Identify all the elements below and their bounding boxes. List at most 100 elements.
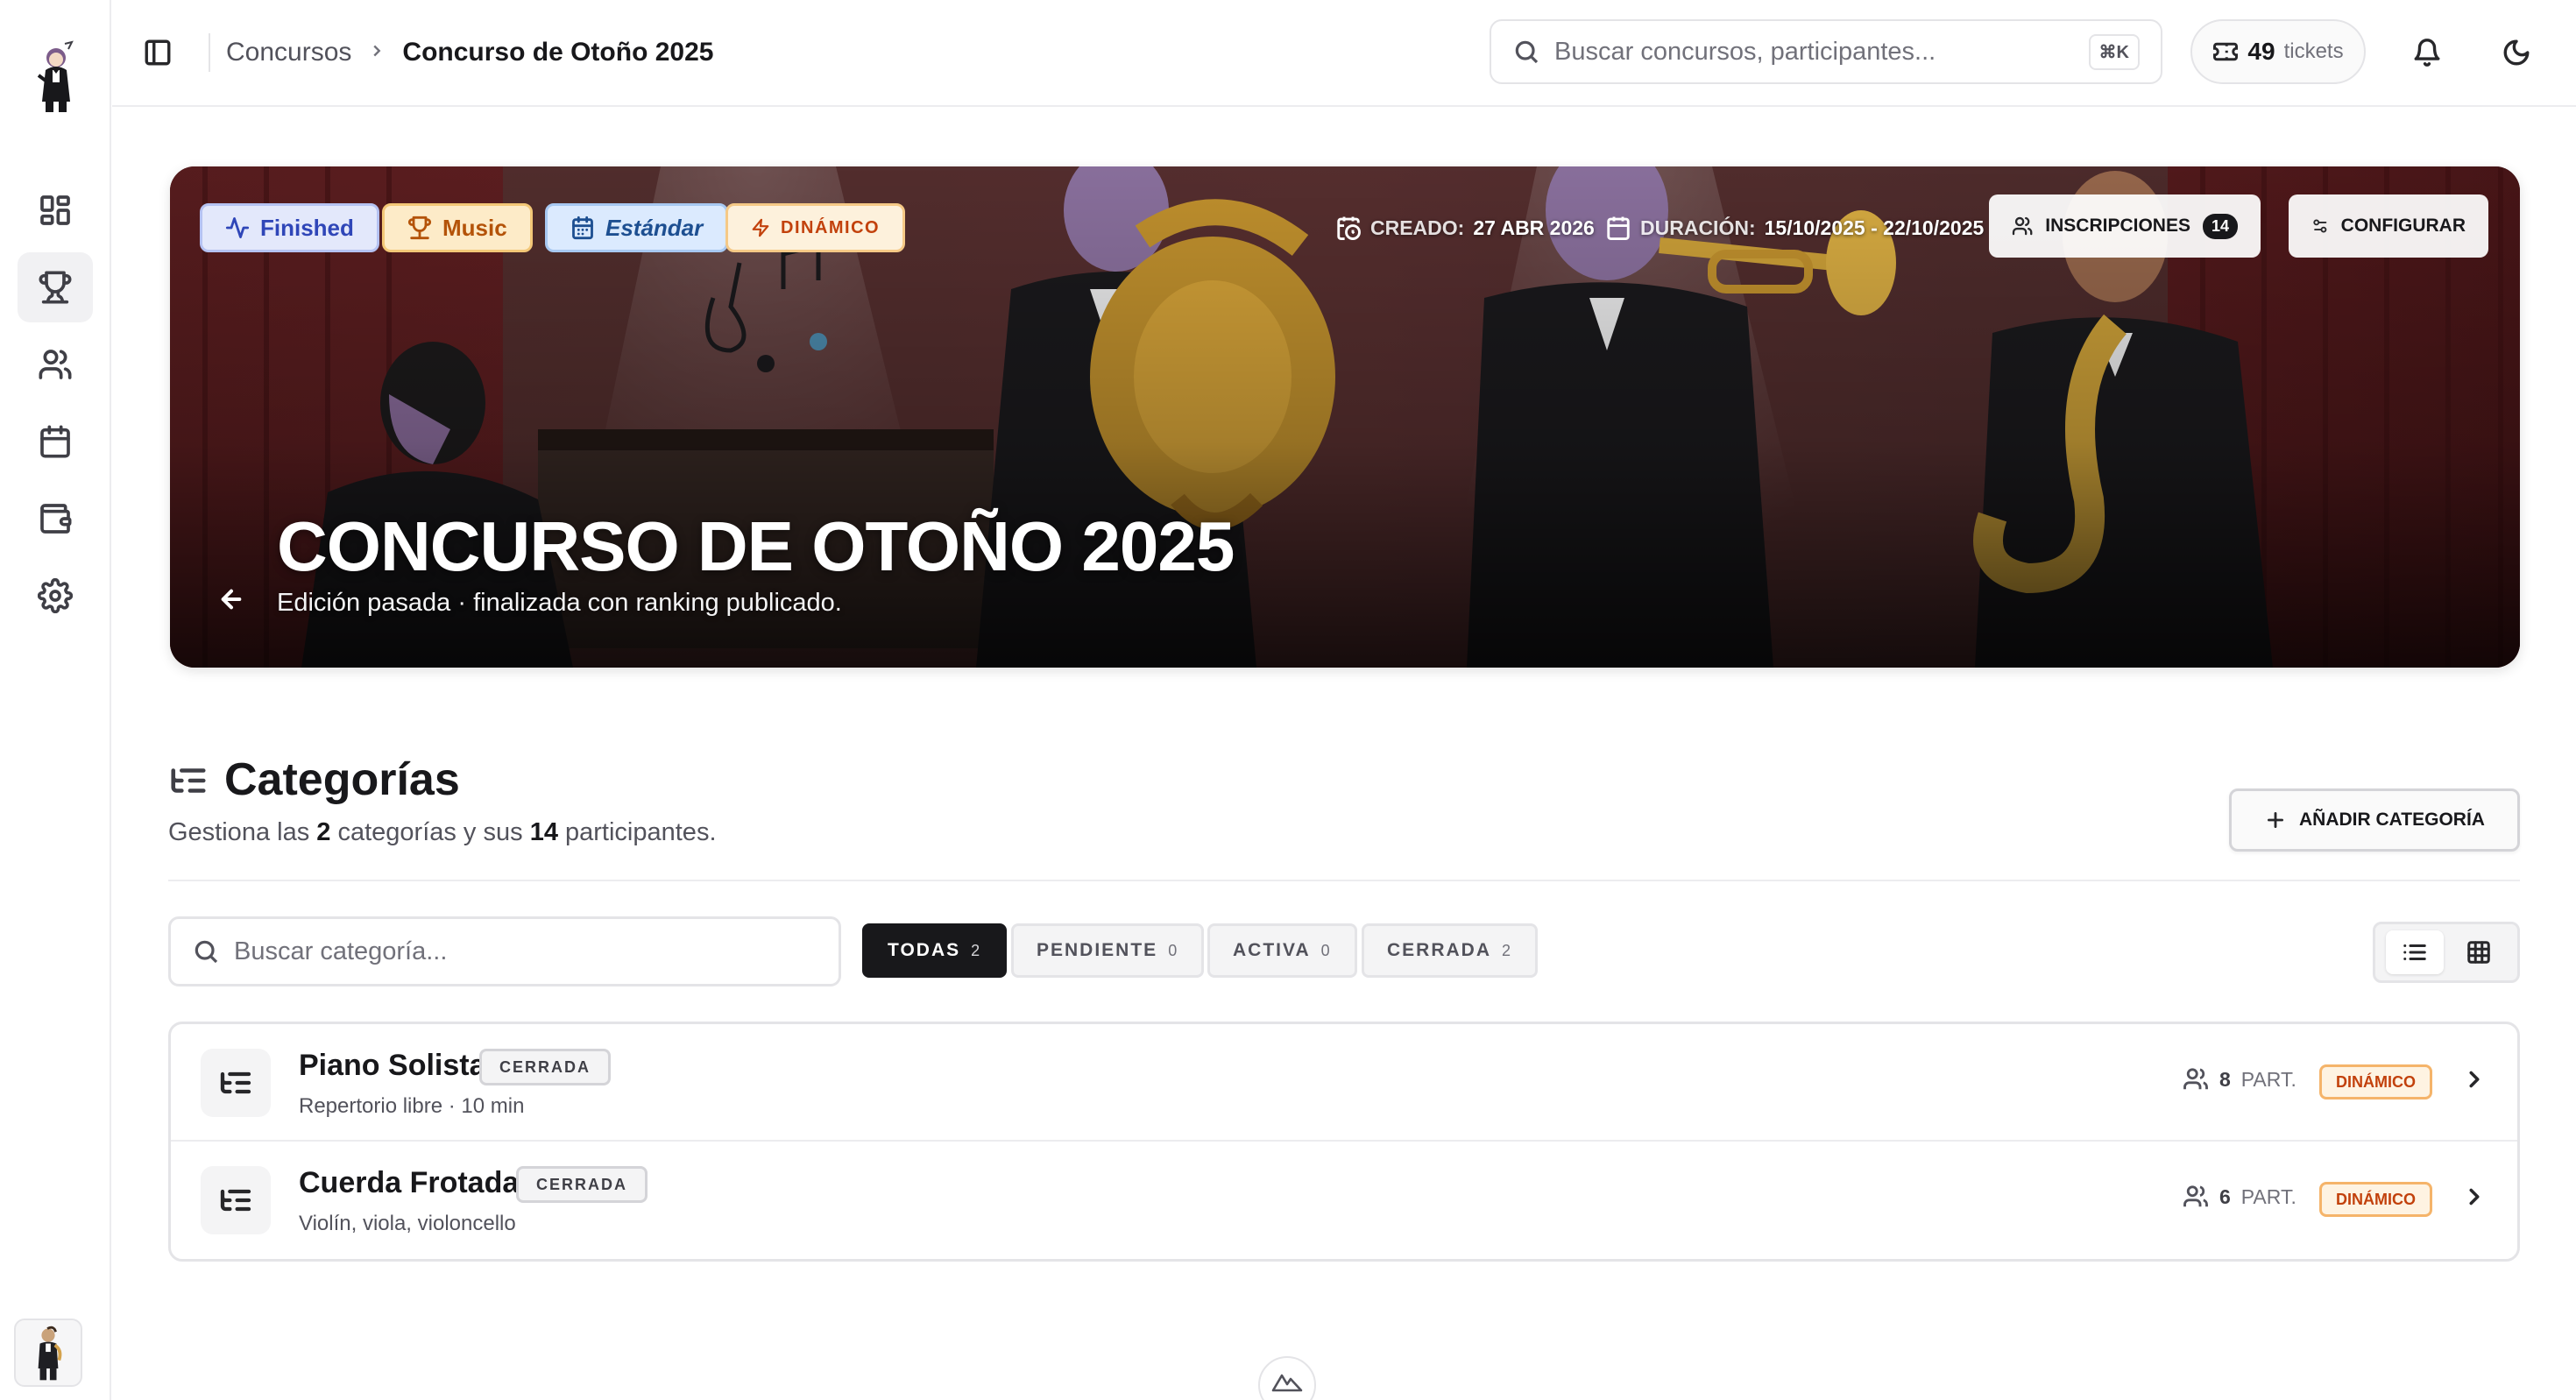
sidebar-item-calendar[interactable] (18, 407, 93, 477)
filter-label: CERRADA (1387, 940, 1491, 960)
category-status-badge: CERRADA (479, 1049, 611, 1085)
duration-label: DURACIÓN: (1640, 216, 1756, 239)
calendar-icon (572, 216, 593, 240)
search-icon (1515, 40, 1539, 64)
search-icon (195, 940, 218, 964)
category-name: Cuerda Frotada (299, 1166, 520, 1199)
app-logo[interactable] (26, 40, 86, 114)
theme-toggle-button[interactable] (2495, 32, 2537, 74)
grid-icon (2466, 941, 2490, 964)
list-tree-icon (168, 760, 209, 801)
duration-range: DURACIÓN: 15/10/2025 - 22/10/2025 (1605, 209, 1984, 247)
participants-number: 8 (2219, 1067, 2231, 1091)
chevron-right-icon[interactable] (2461, 1066, 2493, 1098)
desc-middle: categorías y sus (330, 818, 530, 846)
list-icon (2403, 944, 2426, 960)
tickets-button[interactable]: 49 tickets (2190, 19, 2366, 84)
add-category-button[interactable]: AÑADIR CATEGORÍA (2229, 788, 2520, 852)
arrow-left-icon (221, 589, 242, 610)
chevron-right-icon (367, 38, 386, 67)
category-search[interactable] (168, 916, 841, 986)
moon-icon (2503, 39, 2530, 66)
inscripciones-label: INSCRIPCIONES (2045, 216, 2190, 236)
filter-activa[interactable]: ACTIVA 0 (1207, 923, 1357, 978)
configurar-label: CONFIGURAR (2340, 216, 2466, 236)
category-list: Piano Solista CERRADA Repertorio libre ·… (168, 1022, 2520, 1262)
filter-cerrada[interactable]: CERRADA 2 (1362, 923, 1539, 978)
chevron-right-icon[interactable] (2461, 1184, 2493, 1215)
desc-suffix: participantes. (557, 818, 717, 846)
status-chip: Finished (200, 203, 379, 252)
tickets-label: tickets (2283, 39, 2344, 63)
category-participants: 6 PART. (2183, 1184, 2296, 1210)
dashboard-icon (40, 195, 70, 225)
back-button[interactable] (217, 585, 252, 620)
contest-hero-banner: Finished Music Estándar DINÁMICO CREADO:… (170, 166, 2520, 668)
search-shortcut-hint: ⌘K (2088, 33, 2140, 70)
trophy-icon (39, 271, 72, 304)
panel-left-icon (145, 39, 171, 66)
users-icon (2012, 216, 2033, 236)
category-status-badge: CERRADA (516, 1166, 648, 1203)
inscripciones-button[interactable]: INSCRIPCIONES 14 (1989, 194, 2261, 258)
sidebar-toggle-button[interactable] (138, 33, 177, 72)
filter-pendiente[interactable]: PENDIENTE 0 (1011, 923, 1205, 978)
breadcrumb: Concursos Concurso de Otoño 2025 (226, 33, 713, 72)
category-mode-badge: DINÁMICO (2319, 1182, 2432, 1217)
sidebar-item-participants[interactable] (18, 329, 93, 399)
global-search[interactable]: ⌘K (1490, 19, 2162, 84)
filter-count: 2 (971, 941, 982, 959)
filter-count: 2 (1502, 941, 1513, 959)
category-description: Violín, viola, violoncello (299, 1212, 516, 1235)
activity-icon (225, 217, 250, 238)
status-chip-label: Finished (260, 214, 354, 241)
participants-label: PART. (2240, 1184, 2296, 1208)
categories-count: 2 (316, 818, 331, 846)
sidebar-item-wallet[interactable] (18, 484, 93, 554)
type-chip: Estándar (545, 203, 729, 252)
category-chip: Music (382, 203, 533, 252)
filter-label: PENDIENTE (1037, 940, 1158, 960)
calendar-icon (1607, 216, 1630, 240)
global-search-input[interactable] (1554, 37, 2089, 67)
categories-description: Gestiona las 2 categorías y sus 14 parti… (168, 818, 717, 847)
category-mode-badge: DINÁMICO (2319, 1064, 2432, 1099)
view-mode-toggle (2373, 922, 2520, 983)
sidebar-item-contests[interactable] (18, 252, 93, 322)
users-icon (2183, 1068, 2208, 1090)
category-search-input[interactable] (234, 937, 817, 966)
grid-view-button[interactable] (2450, 930, 2508, 974)
section-divider (168, 880, 2520, 881)
sidebar-item-dashboard[interactable] (18, 175, 93, 245)
add-category-label: AÑADIR CATEGORÍA (2299, 810, 2485, 830)
inscripciones-count-badge: 14 (2202, 213, 2238, 239)
list-tree-icon (201, 1049, 271, 1117)
calendar-clock-icon (1337, 216, 1361, 240)
sidebar-item-settings[interactable] (18, 561, 93, 631)
users-icon (2183, 1185, 2208, 1207)
participants-label: PART. (2240, 1067, 2296, 1091)
list-view-button[interactable] (2385, 930, 2444, 974)
created-label: CREADO: (1370, 216, 1465, 239)
breadcrumb-current: Concurso de Otoño 2025 (402, 38, 714, 67)
category-chip-label: Music (442, 214, 507, 241)
participants-count: 14 (529, 818, 558, 846)
notifications-button[interactable] (2406, 32, 2448, 74)
category-row[interactable]: Cuerda Frotada CERRADA Violín, viola, vi… (171, 1142, 2517, 1259)
ticket-icon (2213, 42, 2239, 61)
nuxt-devtools-icon[interactable] (1258, 1356, 1316, 1400)
user-avatar[interactable] (14, 1319, 82, 1387)
duration-value: 15/10/2025 - 22/10/2025 (1764, 216, 1985, 239)
desc-prefix: Gestiona las (168, 818, 317, 846)
configurar-button[interactable]: CONFIGURAR (2289, 194, 2488, 258)
filter-label: TODAS (888, 940, 961, 960)
created-value: 27 ABR 2026 (1473, 216, 1595, 239)
top-bar: Concursos Concurso de Otoño 2025 ⌘K 49 t… (112, 0, 2576, 107)
wallet-icon (40, 504, 72, 534)
category-row[interactable]: Piano Solista CERRADA Repertorio libre ·… (171, 1024, 2517, 1142)
sidebar (0, 0, 111, 1400)
breadcrumb-contests-link[interactable]: Concursos (226, 38, 351, 67)
filter-todas[interactable]: TODAS 2 (862, 923, 1008, 978)
list-tree-icon (201, 1166, 271, 1234)
filter-label: ACTIVA (1233, 940, 1311, 960)
